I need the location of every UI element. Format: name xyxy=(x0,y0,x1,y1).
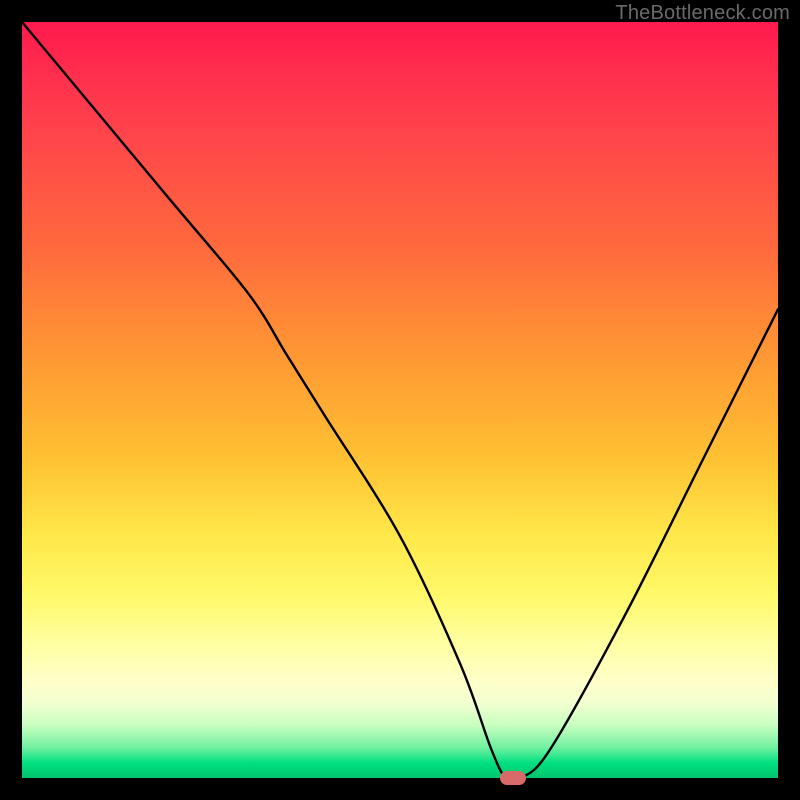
watermark-text: TheBottleneck.com xyxy=(615,2,790,25)
chart-frame: TheBottleneck.com xyxy=(0,0,800,800)
plot-area xyxy=(22,22,778,778)
optimum-marker xyxy=(500,771,526,785)
bottleneck-curve xyxy=(22,22,778,778)
